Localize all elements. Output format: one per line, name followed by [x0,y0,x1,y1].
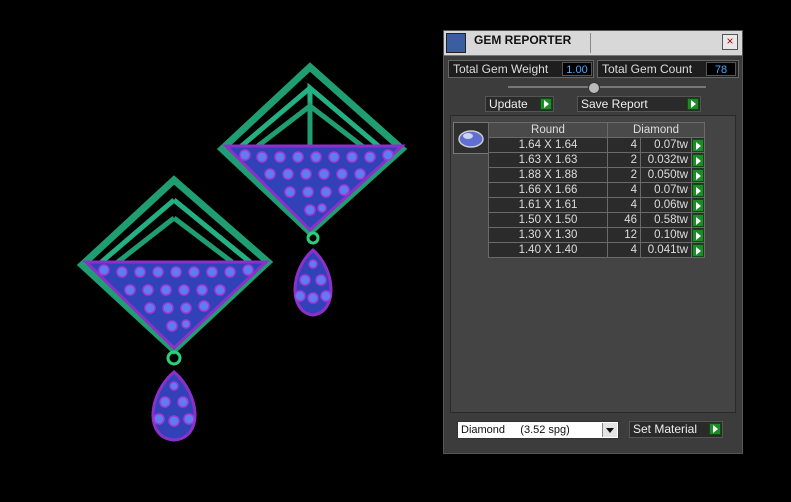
gem-count-cell: 4 [607,197,641,213]
green-play-arrow-icon[interactable] [692,228,704,242]
table-row[interactable]: 1.63 X 1.63 2 0.032tw [488,152,705,168]
green-play-arrow-icon[interactable] [692,168,704,182]
gem-count-cell: 4 [607,137,641,153]
gem-weight-cell: 0.050tw [640,167,692,183]
gem-size-cell: 1.40 X 1.40 [488,242,608,258]
gem-count-cell: 2 [607,167,641,183]
gem-weight-cell: 0.07tw [640,182,692,198]
earrings-render [76,62,408,442]
green-play-arrow-icon[interactable] [692,213,704,227]
title-bar[interactable]: GEM REPORTER × [444,31,742,56]
gem-count-cell: 12 [607,227,641,243]
gem-weight-cell: 0.06tw [640,197,692,213]
gem-size-cell: 1.64 X 1.64 [488,137,608,153]
set-material-label: Set Material [633,422,698,436]
green-play-arrow-icon[interactable] [692,138,704,152]
material-select-value: Diamond (3.52 spg) [461,424,570,436]
row-action-cell [691,197,705,213]
gem-weight-cell: 0.07tw [640,137,692,153]
table-row[interactable]: 1.66 X 1.66 4 0.07tw [488,182,705,198]
green-play-arrow-icon[interactable] [692,183,704,197]
set-material-button[interactable]: Set Material [629,421,723,438]
row-action-cell [691,182,705,198]
gem-size-cell: 1.66 X 1.66 [488,182,608,198]
table-row[interactable]: 1.61 X 1.61 4 0.06tw [488,197,705,213]
save-report-button[interactable]: Save Report [577,96,701,112]
row-action-cell [691,137,705,153]
table-row[interactable]: 1.40 X 1.40 4 0.041tw [488,242,705,258]
gem-weight-cell: 0.10tw [640,227,692,243]
update-button[interactable]: Update [485,96,554,112]
gem-reporter-panel: GEM REPORTER × Total Gem Weight 1.00 Tot… [443,30,743,454]
total-gem-weight-value[interactable]: 1.00 [562,62,592,76]
gem-table: Round Diamond 1.64 X 1.64 4 0.07tw 1.63 X 1… [488,122,705,258]
save-report-label: Save Report [581,97,648,111]
gem-weight-cell: 0.041tw [640,242,692,258]
row-action-cell [691,152,705,168]
gem-size-cell: 1.30 X 1.30 [488,227,608,243]
round-gem-icon[interactable] [453,122,489,154]
gem-reporter-icon [446,33,466,53]
green-play-arrow-icon[interactable] [692,198,704,212]
table-row[interactable]: 1.30 X 1.30 12 0.10tw [488,227,705,243]
left-earring [76,175,274,442]
table-row[interactable]: 1.64 X 1.64 4 0.07tw [488,137,705,153]
gem-count-cell: 4 [607,242,641,258]
total-gem-count: Total Gem Count 78 [597,60,739,78]
gem-size-cell: 1.88 X 1.88 [488,167,608,183]
row-action-cell [691,167,705,183]
window-title: GEM REPORTER [474,33,572,47]
material-select[interactable]: Diamond (3.52 spg) [457,421,619,439]
gem-size-cell: 1.63 X 1.63 [488,152,608,168]
green-play-arrow-icon [709,423,721,435]
row-action-cell [691,242,705,258]
gem-count-cell: 4 [607,182,641,198]
total-gem-weight: Total Gem Weight 1.00 [448,60,594,78]
title-divider [590,33,591,53]
row-action-cell [691,212,705,228]
gem-size-cell: 1.50 X 1.50 [488,212,608,228]
col-round-header: Round [488,122,608,138]
total-gem-count-value[interactable]: 78 [706,62,736,76]
table-row[interactable]: 1.50 X 1.50 46 0.58tw [488,212,705,228]
slider-knob[interactable] [588,82,600,94]
gem-count-cell: 46 [607,212,641,228]
slider-track[interactable] [508,86,706,88]
green-play-arrow-icon [687,98,699,110]
green-play-arrow-icon [540,98,552,110]
update-label: Update [489,97,528,111]
gem-weight-cell: 0.032tw [640,152,692,168]
gem-weight-cell: 0.58tw [640,212,692,228]
chevron-down-icon[interactable] [602,423,617,437]
close-button[interactable]: × [722,34,738,50]
table-row[interactable]: 1.88 X 1.88 2 0.050tw [488,167,705,183]
green-play-arrow-icon[interactable] [692,243,704,257]
3d-viewport[interactable] [0,0,440,497]
col-diamond-header: Diamond [607,122,705,138]
total-gem-weight-label: Total Gem Weight [453,62,549,76]
gem-count-cell: 2 [607,152,641,168]
total-gem-count-label: Total Gem Count [602,62,693,76]
row-action-cell [691,227,705,243]
green-play-arrow-icon[interactable] [692,153,704,167]
gem-size-cell: 1.61 X 1.61 [488,197,608,213]
